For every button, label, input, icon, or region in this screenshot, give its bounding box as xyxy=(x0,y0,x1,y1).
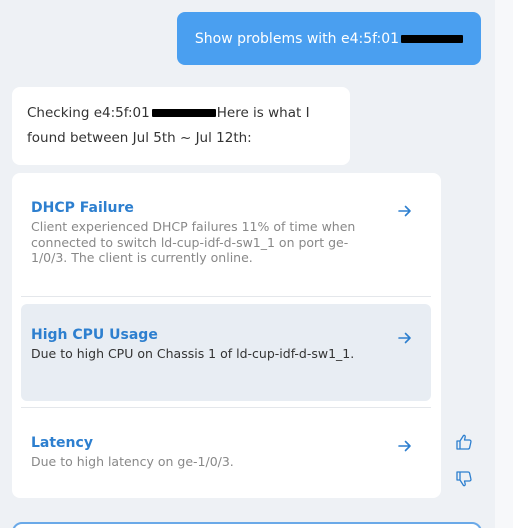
chat-input[interactable] xyxy=(12,522,482,528)
user-message-text: Show problems with e4:5f:01 xyxy=(194,30,400,47)
divider xyxy=(21,296,431,297)
bot-message-line1-suffix: Here is what I xyxy=(216,105,310,121)
arrow-right-icon[interactable] xyxy=(397,203,413,219)
bot-message-line-2: found between Jul 5th ~ Jul 12th: xyxy=(27,130,252,146)
problem-title: Latency xyxy=(31,435,93,451)
problem-item-latency[interactable]: Latency Due to high latency on ge-1/0/3. xyxy=(21,435,431,470)
problem-title: High CPU Usage xyxy=(31,327,158,343)
redaction-bar xyxy=(401,34,464,43)
problem-title: DHCP Failure xyxy=(31,200,134,216)
user-message-bubble: Show problems with e4:5f:01 xyxy=(177,12,481,65)
thumbs-up-icon[interactable] xyxy=(455,433,473,451)
divider xyxy=(21,407,431,408)
arrow-right-icon[interactable] xyxy=(397,330,413,346)
bot-message-line-1: Checking e4:5f:01 Here is what I xyxy=(27,101,350,126)
thumbs-down-icon[interactable] xyxy=(455,470,473,488)
problem-list: DHCP Failure Client experienced DHCP fai… xyxy=(12,173,441,498)
bot-message-bubble: Checking e4:5f:01 Here is what I found be… xyxy=(12,87,350,165)
bot-message-prefix: Checking e4:5f:01 xyxy=(27,105,150,121)
problem-item-high-cpu-usage[interactable]: High CPU Usage Due to high CPU on Chassi… xyxy=(21,304,431,401)
problem-description: Due to high CPU on Chassis 1 of ld-cup-i… xyxy=(31,346,355,361)
problem-item-dhcp-failure[interactable]: DHCP Failure Client experienced DHCP fai… xyxy=(21,200,431,266)
redaction-bar xyxy=(151,109,216,117)
problem-description: Client experienced DHCP failures 11% of … xyxy=(31,219,356,265)
arrow-right-icon[interactable] xyxy=(397,438,413,454)
scrollbar-track xyxy=(495,0,513,528)
problem-description: Due to high latency on ge-1/0/3. xyxy=(31,454,234,469)
